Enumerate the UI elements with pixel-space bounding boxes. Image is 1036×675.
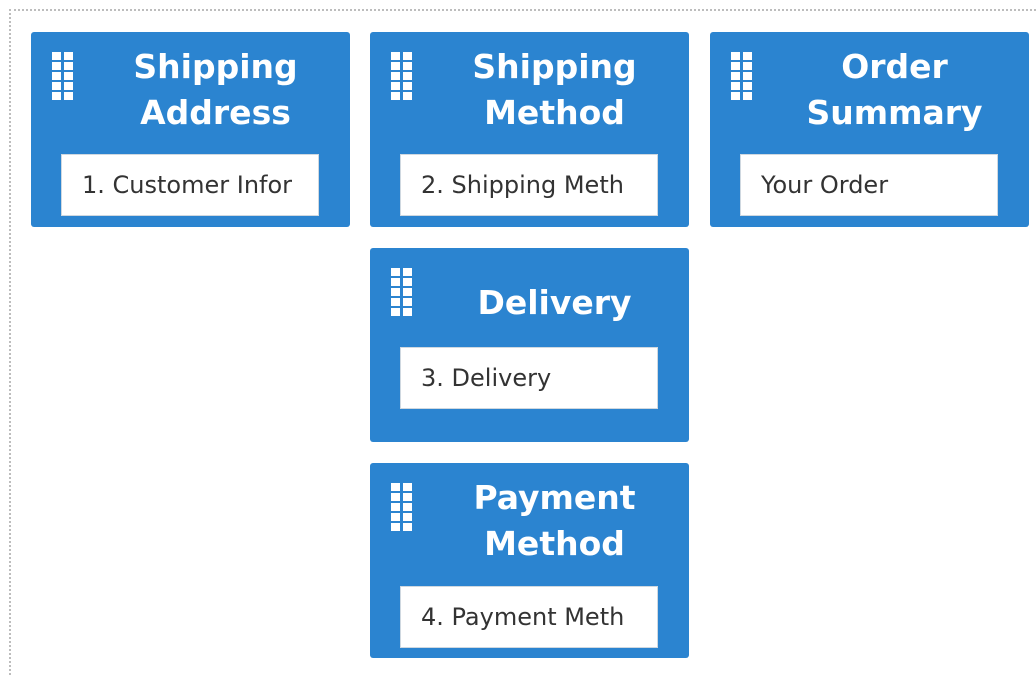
step-name-input-shipping-method[interactable] (400, 154, 658, 216)
card-title-order-summary: Order Summary (806, 47, 983, 132)
drag-handle-icon[interactable] (731, 52, 753, 102)
drag-handle-icon[interactable] (52, 52, 74, 102)
drag-handle-icon[interactable] (391, 52, 413, 102)
card-payment-method[interactable]: Payment Method (370, 463, 689, 658)
drag-handle-icon[interactable] (391, 268, 413, 318)
container-border-top (9, 9, 1036, 11)
step-name-input-order-summary[interactable] (740, 154, 998, 216)
container-border-left (9, 9, 11, 675)
card-shipping-method[interactable]: Shipping Method (370, 32, 689, 227)
step-name-input-payment-method[interactable] (400, 586, 658, 648)
step-name-input-delivery[interactable] (400, 347, 658, 409)
card-title-delivery: Delivery (477, 283, 632, 322)
drag-handle-icon[interactable] (391, 483, 413, 533)
card-delivery[interactable]: Delivery (370, 248, 689, 442)
card-title-shipping-method: Shipping Method (472, 47, 637, 132)
checkout-layout-builder: Shipping Address Shipping Method (0, 0, 1036, 675)
card-shipping-address[interactable]: Shipping Address (31, 32, 350, 227)
card-title-shipping-address: Shipping Address (133, 47, 298, 132)
step-name-input-shipping-address[interactable] (61, 154, 319, 216)
card-title-payment-method: Payment Method (473, 478, 636, 563)
card-order-summary[interactable]: Order Summary (710, 32, 1029, 227)
